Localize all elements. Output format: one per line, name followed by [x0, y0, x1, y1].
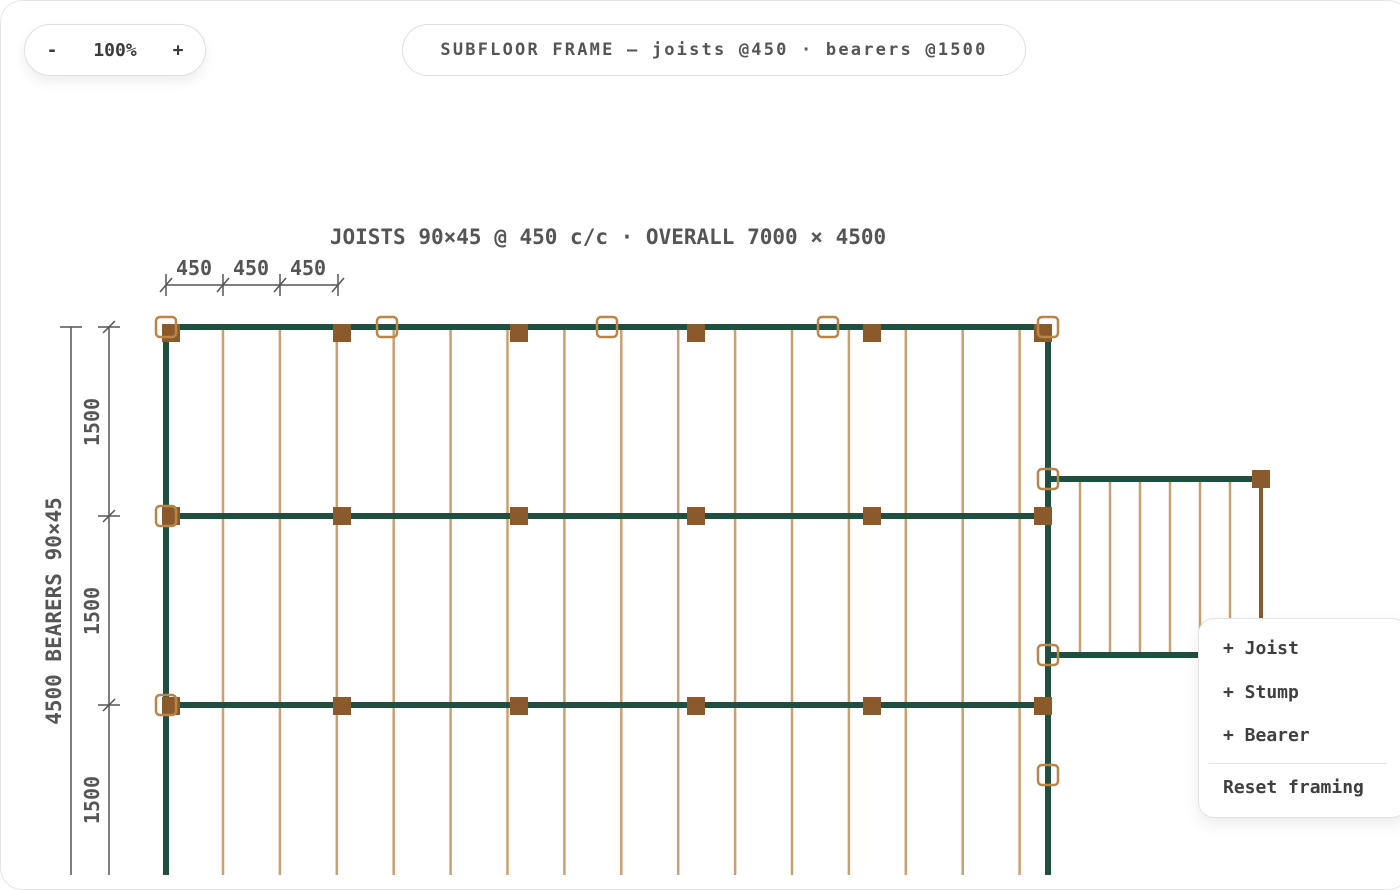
stump[interactable]: [863, 697, 881, 715]
stump[interactable]: [687, 324, 705, 342]
page-title-text: SUBFLOOR FRAME — joists @450 · bearers @…: [440, 40, 988, 60]
zoom-control: - 100% +: [24, 24, 206, 76]
page-title: SUBFLOOR FRAME — joists @450 · bearers @…: [402, 24, 1026, 76]
stump[interactable]: [333, 324, 351, 342]
stump[interactable]: [510, 324, 528, 342]
stump[interactable]: [687, 507, 705, 525]
add-joist-menu-item[interactable]: + Joist: [1223, 638, 1299, 659]
stump[interactable]: [162, 697, 180, 715]
joist-spacing-label-1: 450: [176, 256, 212, 280]
joists-layer: [221, 327, 1232, 875]
zoom-in-button[interactable]: +: [151, 40, 205, 61]
stump[interactable]: [1034, 324, 1052, 342]
bearer-spacing-label-3: 1500: [80, 776, 104, 824]
stump[interactable]: [510, 507, 528, 525]
add-stump-menu-item[interactable]: + Stump: [1223, 682, 1299, 703]
zoom-level: 100%: [93, 39, 137, 61]
context-menu: + Joist + Stump + Bearer Reset framing: [1198, 618, 1400, 818]
stump[interactable]: [510, 697, 528, 715]
menu-divider: [1209, 763, 1387, 764]
joist-spacing-label-3: 450: [290, 256, 326, 280]
overall-side-label: 4500 BEARERS 90×45: [42, 497, 66, 725]
bearers-layer: [163, 324, 1263, 875]
stump[interactable]: [1034, 507, 1052, 525]
reset-framing-menu-item[interactable]: Reset framing: [1223, 777, 1364, 798]
bearer-spacing-label-1: 1500: [80, 398, 104, 446]
add-bearer-menu-item[interactable]: + Bearer: [1223, 725, 1310, 746]
stump[interactable]: [333, 507, 351, 525]
zoom-out-button[interactable]: -: [25, 40, 79, 61]
drawing-top-label: JOISTS 90×45 @ 450 c/c · OVERALL 7000 × …: [330, 225, 886, 249]
stump[interactable]: [162, 507, 180, 525]
stump[interactable]: [162, 324, 180, 342]
stump[interactable]: [863, 507, 881, 525]
stump[interactable]: [1252, 470, 1270, 488]
stump[interactable]: [687, 697, 705, 715]
bearer-spacing-label-2: 1500: [80, 587, 104, 635]
joist-spacing-label-2: 450: [233, 256, 269, 280]
stumps-layer: [154, 315, 1270, 787]
stump[interactable]: [1034, 697, 1052, 715]
stump[interactable]: [333, 697, 351, 715]
stump[interactable]: [863, 324, 881, 342]
framing-canvas[interactable]: 450 450 450 JOISTS 90×45 @ 450 c/c · OVE…: [0, 0, 1400, 875]
